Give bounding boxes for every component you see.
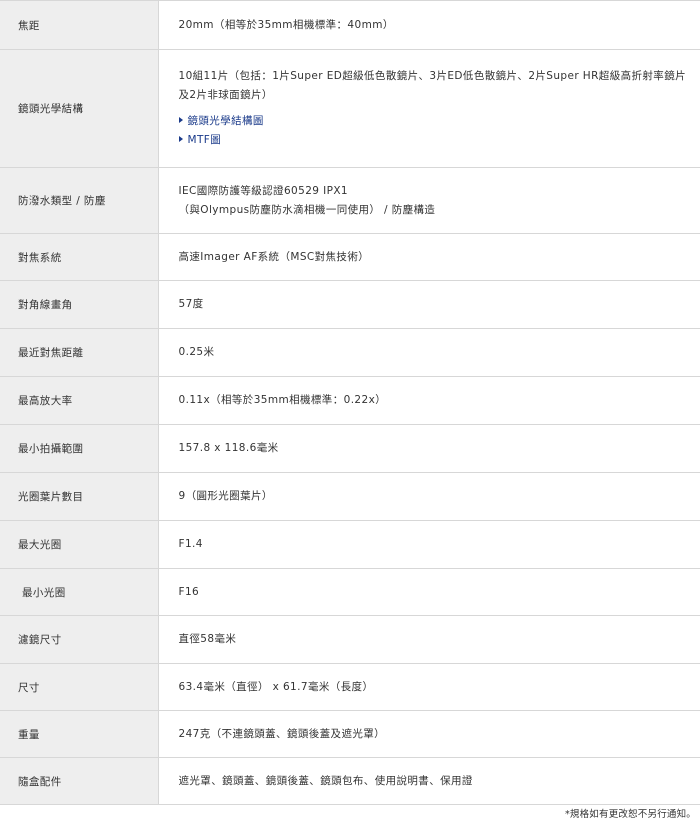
spec-value: 0.25米 [158,328,700,377]
spec-value: 0.11x（相等於35mm相機標準：0.22x） [158,376,700,425]
spec-row-weight: 重量 247克（不連鏡頭蓋、鏡頭後蓋及遮光罩） [0,710,700,758]
spec-label: 最大光圈 [0,520,159,569]
spec-row-max-aperture: 最大光圈 F1.4 [0,520,700,569]
spec-value: 高速Imager AF系統（MSC對焦技術） [158,233,700,281]
mtf-chart-link[interactable]: MTF圖 [178,131,687,150]
spec-value: 直徑58毫米 [158,615,700,664]
spec-table: 焦距 20mm（相等於35mm相機標準：40mm） 鏡頭光學結構 10組11片（… [0,0,700,805]
spec-row-dimensions: 尺寸 63.4毫米（直徑） x 61.7毫米（長度） [0,663,700,711]
spec-label: 最小拍攝範圍 [0,424,159,473]
triangle-right-icon [178,117,183,123]
spec-value: 遮光罩、鏡頭蓋、鏡頭後蓋、鏡頭包布、使用說明書、保用證 [158,757,700,805]
spec-value-cell: 10組11片（包括：1片Super ED超級低色散鏡片、3片ED低色散鏡片、2片… [158,49,700,168]
spec-label: 最近對焦距離 [0,328,159,377]
spec-value: 9（圓形光圈葉片） [158,472,700,521]
triangle-right-icon [178,136,183,142]
spec-label: 濾鏡尺寸 [0,615,159,664]
spec-row-closest-focus: 最近對焦距離 0.25米 [0,328,700,377]
spec-label: 焦距 [0,0,159,50]
spec-label: 重量 [0,710,159,758]
spec-label: 鏡頭光學結構 [0,49,159,168]
spec-label: 防潑水類型 / 防塵 [0,167,159,234]
spec-row-min-field: 最小拍攝範圍 157.8 x 118.6毫米 [0,424,700,473]
spec-row-lens-construction: 鏡頭光學結構 10組11片（包括：1片Super ED超級低色散鏡片、3片ED低… [0,49,700,168]
spec-row-angle-of-view: 對角線畫角 57度 [0,280,700,329]
spec-value: F16 [158,568,700,616]
spec-row-accessories: 隨盒配件 遮光罩、鏡頭蓋、鏡頭後蓋、鏡頭包布、使用說明書、保用證 [0,757,700,805]
spec-label: 最高放大率 [0,376,159,425]
spec-value-cell: IEC國際防護等級認證60529 IPX1 （與Olympus防塵防水滴相機一同… [158,167,700,234]
spec-value-secondary: （與Olympus防塵防水滴相機一同使用） / 防塵構造 [178,203,436,216]
spec-row-splashproof: 防潑水類型 / 防塵 IEC國際防護等級認證60529 IPX1 （與Olymp… [0,167,700,234]
spec-value: 57度 [158,280,700,329]
link-label: 鏡頭光學結構圖 [187,115,264,127]
spec-value: 63.4毫米（直徑） x 61.7毫米（長度） [158,663,700,711]
spec-value: 10組11片（包括：1片Super ED超級低色散鏡片、3片ED低色散鏡片、2片… [178,70,686,101]
footnote: *規格如有更改恕不另行通知。 [564,809,696,820]
spec-row-max-magnification: 最高放大率 0.11x（相等於35mm相機標準：0.22x） [0,376,700,425]
spec-label: 對焦系統 [0,233,159,281]
link-label: MTF圖 [187,134,222,146]
spec-value: F1.4 [158,520,700,569]
spec-value: IEC國際防護等級認證60529 IPX1 [178,184,349,197]
spec-value: 20mm（相等於35mm相機標準：40mm） [158,0,700,50]
spec-row-aperture-blades: 光圈葉片數目 9（圓形光圈葉片） [0,472,700,521]
lens-construction-diagram-link[interactable]: 鏡頭光學結構圖 [178,112,687,131]
spec-label: 隨盒配件 [0,757,159,805]
spec-value: 247克（不連鏡頭蓋、鏡頭後蓋及遮光罩） [158,710,700,758]
spec-row-focus-system: 對焦系統 高速Imager AF系統（MSC對焦技術） [0,233,700,281]
spec-label: 尺寸 [0,663,159,711]
spec-row-filter-size: 濾鏡尺寸 直徑58毫米 [0,615,700,664]
spec-value: 157.8 x 118.6毫米 [158,424,700,473]
spec-label: 最小光圈 [0,568,159,616]
spec-row-min-aperture: 最小光圈 F16 [0,568,700,616]
spec-links: 鏡頭光學結構圖 MTF圖 [178,112,687,150]
spec-label: 光圈葉片數目 [0,472,159,521]
spec-label: 對角線畫角 [0,280,159,329]
spec-row-focal-length: 焦距 20mm（相等於35mm相機標準：40mm） [0,0,700,50]
